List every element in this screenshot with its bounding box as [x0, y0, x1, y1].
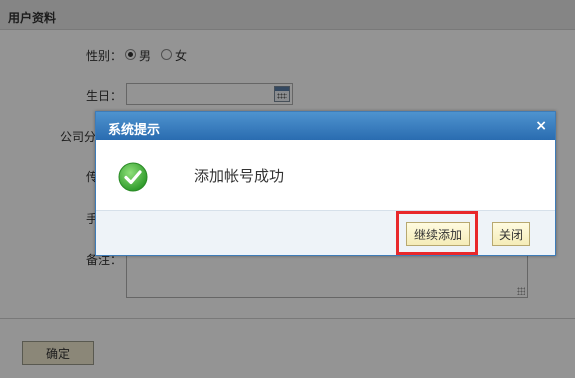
continue-add-button[interactable]: 继续添加 — [406, 222, 470, 246]
close-button[interactable]: 关闭 — [492, 222, 530, 246]
dialog-body: 添加帐号成功 — [96, 140, 555, 210]
system-prompt-dialog: 系统提示 × 添加帐号成功 继续添加 关闭 — [95, 111, 556, 256]
success-check-icon — [118, 162, 148, 192]
dialog-message: 添加帐号成功 — [194, 167, 285, 185]
dialog-title: 系统提示 — [108, 123, 161, 138]
dialog-title-bar: 系统提示 × — [96, 112, 555, 140]
close-icon[interactable]: × — [535, 117, 547, 135]
dialog-footer: 继续添加 关闭 — [96, 210, 555, 255]
